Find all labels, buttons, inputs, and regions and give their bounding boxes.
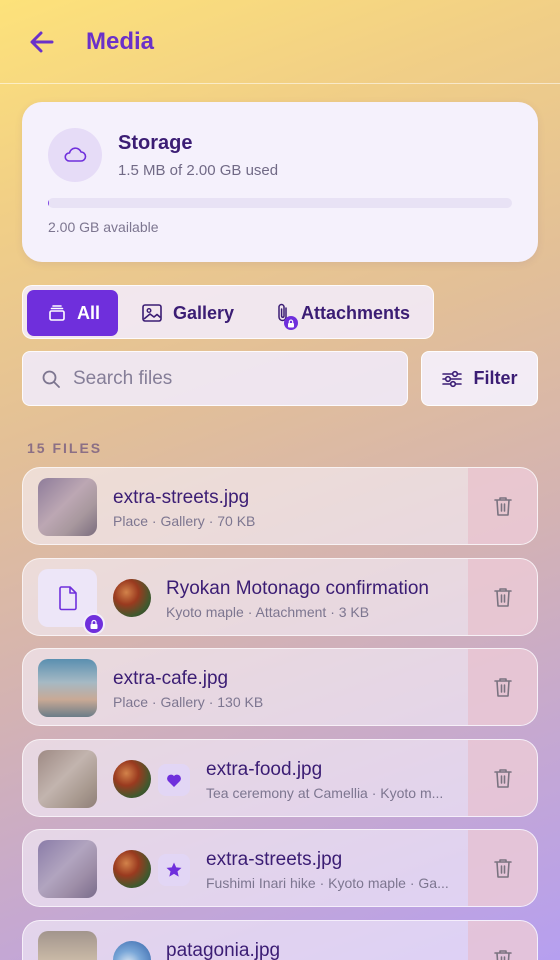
file-thumbnail: [38, 478, 97, 536]
file-row-content[interactable]: extra-food.jpg Tea ceremony at Camellia …: [23, 740, 471, 816]
delete-button[interactable]: [468, 468, 537, 544]
file-thumbnail: [38, 931, 97, 960]
file-meta: Kyoto maple · Attachment · 3 KB: [166, 604, 370, 620]
file-meta: Tea ceremony at Camellia · Kyoto m...: [206, 785, 444, 801]
file-row-content[interactable]: extra-streets.jpg Fushimi Inari hike · K…: [23, 830, 471, 906]
tab-gallery-label: Gallery: [173, 302, 235, 323]
trash-icon: [493, 678, 512, 697]
storage-icon-container: [48, 128, 102, 182]
arrow-left-icon: [30, 31, 54, 53]
file-row[interactable]: patagonia.jpg: [22, 920, 538, 960]
tab-attachments[interactable]: Attachments: [273, 290, 423, 336]
lock-icon: [284, 316, 298, 330]
avatar: [113, 760, 151, 798]
file-name: extra-streets.jpg: [113, 487, 250, 508]
cloud-icon: [64, 147, 87, 162]
document-icon: [58, 586, 77, 611]
trash-icon: [493, 950, 512, 960]
file-row[interactable]: extra-streets.jpg Place · Gallery · 70 K…: [22, 467, 538, 545]
storage-card: Storage 1.5 MB of 2.00 GB used 2.00 GB a…: [22, 102, 538, 262]
search-icon: [41, 369, 61, 389]
tab-all[interactable]: All: [27, 290, 118, 336]
heart-icon: [167, 774, 181, 787]
file-name: Ryokan Motonago confirmation: [166, 578, 429, 599]
storage-used-text: 1.5 MB of 2.00 GB used: [118, 162, 279, 179]
storage-available-text: 2.00 GB available: [48, 219, 159, 235]
file-name: extra-food.jpg: [206, 759, 323, 780]
media-filter-tabs: All Gallery Attachments: [22, 285, 434, 339]
avatar: [113, 941, 151, 960]
star-icon: [166, 862, 182, 877]
file-meta: Fushimi Inari hike · Kyoto maple · Ga...: [206, 875, 449, 891]
image-icon: [142, 304, 162, 322]
files-count: 15 FILES: [27, 440, 103, 456]
file-thumbnail: [38, 750, 97, 808]
trash-icon: [493, 769, 512, 788]
file-row-content[interactable]: Ryokan Motonago confirmation Kyoto maple…: [23, 559, 471, 635]
trash-icon: [493, 497, 512, 516]
file-row[interactable]: extra-cafe.jpg Place · Gallery · 130 KB: [22, 648, 538, 726]
star-badge: [158, 854, 190, 886]
file-row[interactable]: Ryokan Motonago confirmation Kyoto maple…: [22, 558, 538, 636]
file-meta: Place · Gallery · 130 KB: [113, 694, 264, 710]
lock-icon: [83, 613, 105, 635]
search-input[interactable]: [73, 367, 373, 390]
file-row-content[interactable]: extra-cafe.jpg Place · Gallery · 130 KB: [23, 649, 471, 725]
file-row[interactable]: extra-food.jpg Tea ceremony at Camellia …: [22, 739, 538, 817]
sliders-icon: [442, 370, 463, 387]
tab-all-label: All: [77, 302, 101, 323]
page-title: Media: [86, 28, 155, 55]
app-header: Media: [0, 0, 560, 84]
stack-icon: [49, 305, 65, 321]
tab-gallery[interactable]: Gallery: [139, 290, 249, 336]
search-box: [22, 351, 408, 406]
file-name: patagonia.jpg: [166, 940, 281, 960]
delete-button[interactable]: [468, 740, 537, 816]
back-button[interactable]: [28, 28, 56, 56]
avatar: [113, 579, 151, 617]
file-name: extra-streets.jpg: [206, 849, 343, 870]
file-name: extra-cafe.jpg: [113, 668, 229, 689]
delete-button[interactable]: [468, 921, 537, 960]
file-thumbnail: [38, 659, 97, 717]
storage-title: Storage: [118, 132, 193, 154]
delete-button[interactable]: [468, 649, 537, 725]
filter-button-label: Filter: [473, 368, 518, 388]
document-thumbnail: [38, 569, 105, 635]
file-meta: Place · Gallery · 70 KB: [113, 513, 256, 529]
delete-button[interactable]: [468, 830, 537, 906]
avatar: [113, 850, 151, 888]
file-thumbnail: [38, 840, 97, 898]
file-row[interactable]: extra-streets.jpg Fushimi Inari hike · K…: [22, 829, 538, 907]
trash-icon: [493, 588, 512, 607]
delete-button[interactable]: [468, 559, 537, 635]
file-row-content[interactable]: extra-streets.jpg Place · Gallery · 70 K…: [23, 468, 471, 544]
trash-icon: [493, 859, 512, 878]
favorite-badge: [158, 764, 190, 796]
paperclip-lock-icon: [275, 302, 298, 330]
file-row-content[interactable]: patagonia.jpg: [23, 921, 471, 960]
filter-button[interactable]: Filter: [421, 351, 538, 406]
tab-attachments-label: Attachments: [301, 302, 411, 323]
storage-progress-bar: [48, 198, 512, 208]
